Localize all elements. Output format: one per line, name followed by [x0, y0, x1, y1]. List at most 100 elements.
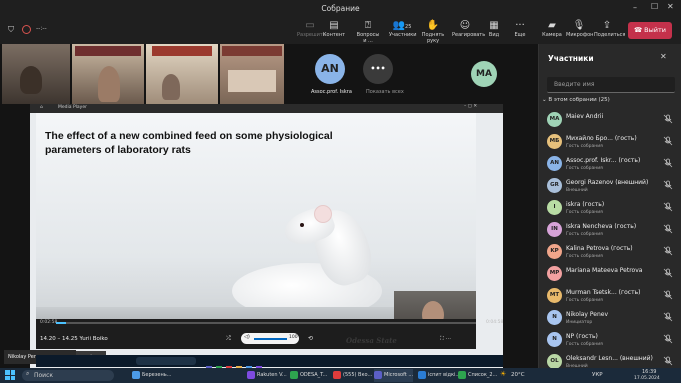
fullscreen-icon[interactable]: ⛶ ⋯ [440, 336, 451, 343]
participant-role: Гость собрания [566, 254, 603, 259]
taskbar-app-4[interactable]: (555) Вко... [333, 369, 372, 382]
hand-icon: ✋ [426, 20, 440, 31]
clock-date[interactable]: 17.05.2024 [634, 376, 660, 381]
participants-button[interactable]: 👥25 Участники [389, 20, 417, 44]
content-button[interactable]: ▤ Контент [321, 20, 347, 44]
taskbar-app-3[interactable]: ODESA_T... [290, 369, 327, 382]
mic-muted-icon [663, 136, 673, 146]
shuffle-icon[interactable]: ⤮ [226, 335, 231, 343]
participant-row[interactable]: МБ Михайло Бро... (гость) Гость собрания [538, 131, 681, 153]
rat-eye [300, 223, 304, 227]
participant-row[interactable]: GR Georgi Razenov (внешний) Внешний [538, 175, 681, 197]
participant-role: Инициатор [566, 320, 593, 325]
show-all-label[interactable]: Показать всех [366, 89, 404, 95]
app-icon [247, 370, 255, 379]
windows-search-input[interactable]: Поиск [22, 370, 114, 381]
app-icon [374, 370, 382, 379]
smile-icon: ☺ [459, 20, 471, 31]
media-player-title: Media Player [58, 105, 87, 110]
video-tile-4[interactable] [220, 44, 284, 104]
taskbar-app-2[interactable]: Rakuten V... [247, 369, 287, 382]
taskbar-app-1[interactable]: Березень... [132, 369, 171, 382]
camera-button[interactable]: ▰ Камера [539, 20, 565, 44]
share-button[interactable]: ⇪ Поделиться [594, 20, 625, 44]
participant-row[interactable]: Iiskra (гость) Гость собрания [538, 197, 681, 219]
presentation-slide: The effect of a new combined feed on som… [36, 113, 476, 319]
participant-avatar: MT [547, 288, 562, 303]
taskbar-app-6[interactable]: іспит відкі... [418, 369, 460, 382]
slide-title: The effect of a new combined feed on som… [45, 130, 333, 156]
video-tile-3[interactable] [146, 44, 218, 104]
mic-muted-icon [663, 202, 673, 212]
participant-avatar: N [547, 332, 562, 347]
participant-row[interactable]: KP Kalina Petrova (гость) Гость собрания [538, 241, 681, 263]
camera-off-icon: ▰ [548, 20, 556, 31]
view-button[interactable]: ▦ Вид [481, 20, 507, 44]
shield-icon: ⛉ [8, 25, 14, 34]
participant-avatar: MP [547, 266, 562, 281]
participant-role: Гость собрания [566, 298, 603, 303]
chat-button[interactable]: ▭ Разрешить [297, 20, 326, 44]
video-tile-2[interactable] [72, 44, 144, 104]
show-all-avatar[interactable]: ••• [363, 54, 393, 84]
participant-row[interactable]: AN Assoc.prof. Iskr... (гость) Гость собра… [538, 153, 681, 175]
windows-start-icon[interactable] [5, 370, 15, 380]
participant-role: Гость собрания [566, 144, 603, 149]
participant-search-input[interactable]: Введите имя [547, 77, 675, 93]
section-header[interactable]: ⌄ В этом собрании (25) [542, 97, 610, 103]
participant-row[interactable]: MA Maiev Andrii [538, 109, 681, 131]
participant-row[interactable]: MP Mariana Mateeva Petrova [538, 263, 681, 285]
weather-temp[interactable]: 20°C [511, 372, 525, 378]
participant-role: Гость собрания [566, 232, 603, 237]
media-caption: 14.20 – 14.25 Yurii Boiko [40, 336, 108, 342]
more-button[interactable]: ··· Еще [507, 20, 533, 44]
grid-icon: ▦ [489, 20, 499, 31]
more-icon: ··· [515, 20, 525, 31]
app-icon [418, 370, 426, 379]
volume-slider[interactable] [254, 338, 287, 340]
person-silhouette [162, 74, 180, 100]
participant-row[interactable]: MT Murman Tsetsk... (гость) Гость собрания [538, 285, 681, 307]
close-icon[interactable]: ✕ [660, 52, 667, 61]
avatar-an: AN [315, 54, 345, 84]
media-player-titlebar: ⌂ Media Player – ▢ ✕ [30, 104, 503, 113]
leave-button[interactable]: ☎ Выйти [628, 22, 672, 39]
taskbar-app-5[interactable]: Microsoft ... [374, 369, 414, 382]
mic-muted-icon [663, 224, 673, 234]
participant-avatar: KP [547, 244, 562, 259]
speaker-icon: ◁) [244, 334, 250, 340]
shared-apps [206, 357, 356, 372]
participant-row[interactable]: N Nikolay Penev Инициатор [538, 307, 681, 329]
participant-name: Kalina Petrova (гость) [566, 245, 633, 252]
microphone-button[interactable]: 🎙 Микрофон [566, 20, 593, 44]
participant-name: Murman Tsetsk... (гость) [566, 289, 641, 296]
volume-flyout[interactable]: ◁) 100 [241, 333, 299, 344]
raise-hand-button[interactable]: ✋ Поднять руку [420, 20, 446, 44]
app-icon [290, 370, 298, 379]
window-title: Собрание [321, 4, 360, 13]
seek-progress [56, 322, 66, 324]
questions-icon: ⍰ [365, 20, 371, 31]
clock-time[interactable]: 16:39 [642, 369, 656, 375]
participant-row[interactable]: N NP (гость) Гость собрания [538, 329, 681, 351]
participant-role: Гость собрания [566, 210, 603, 215]
content-icon: ▤ [329, 20, 339, 31]
video-tile-1[interactable] [2, 44, 70, 104]
mic-muted-icon [663, 290, 673, 300]
meeting-toolbar: ⛉ --:-- ▭ Разрешить ▤ Контент ⍰ Вопросы и .… [0, 17, 681, 44]
repeat-icon[interactable]: ⟲ [308, 335, 313, 342]
mic-muted-icon [663, 334, 673, 344]
react-button[interactable]: ☺ Реагировать [452, 20, 485, 44]
watermark-text: Odessa State [346, 336, 397, 345]
language-indicator[interactable]: УКР [592, 372, 603, 378]
participant-row[interactable]: IN Iskra Nenсheva (гость) Гость собрания [538, 219, 681, 241]
participant-name: Oleksandr Lesn... (внешний) [566, 355, 653, 362]
seek-bar[interactable] [56, 322, 476, 324]
close-window-icon[interactable]: ✕ [667, 2, 674, 11]
minimize-icon[interactable]: – [633, 3, 637, 12]
participant-avatar: МБ [547, 134, 562, 149]
taskbar-app-7[interactable]: Список_2... [458, 369, 497, 382]
maximize-icon[interactable]: ☐ [651, 2, 658, 11]
questions-button[interactable]: ⍰ Вопросы и ... [355, 20, 381, 44]
participant-avatar: AN [547, 156, 562, 171]
